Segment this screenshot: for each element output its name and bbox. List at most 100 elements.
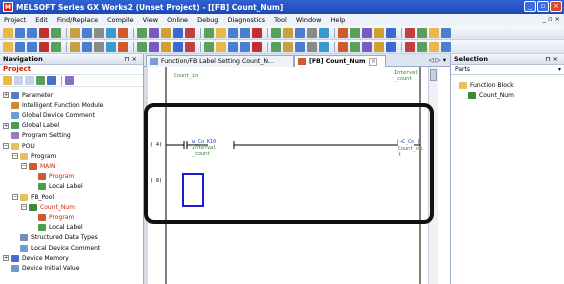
tree-item[interactable]: Device Initial Value — [3, 264, 79, 272]
undo-icon[interactable] — [271, 27, 281, 38]
coil-icon[interactable] — [283, 41, 293, 52]
redo-icon[interactable] — [283, 27, 293, 38]
tree-item[interactable]: + Parameter — [3, 91, 53, 99]
parts-item[interactable]: Count_Num — [468, 91, 514, 99]
tree-item[interactable]: Intelligent Function Module — [3, 101, 103, 109]
undo-icon[interactable] — [82, 27, 92, 38]
save-icon[interactable] — [216, 27, 226, 38]
tree-item[interactable]: Program — [30, 213, 74, 221]
new-icon[interactable] — [374, 27, 384, 38]
coil-icon[interactable] — [149, 41, 159, 52]
tree-item[interactable]: − MAIN — [21, 162, 56, 170]
pulse-icon[interactable] — [82, 41, 92, 52]
mdi-window-controls[interactable]: _ ▫ × — [543, 15, 560, 23]
restore-icon[interactable]: ▫ — [537, 1, 549, 12]
line-icon[interactable] — [429, 41, 439, 52]
menu-view[interactable]: View — [143, 16, 158, 24]
parts-item[interactable]: Function Block — [459, 81, 514, 89]
collapse-icon[interactable]: − — [3, 143, 9, 149]
tree-item[interactable]: − POU — [3, 142, 35, 150]
tree-item[interactable]: Structured Data Types — [12, 234, 98, 242]
menu-window[interactable]: Window — [296, 16, 322, 24]
tree-item[interactable]: Global Device Comment — [3, 111, 95, 119]
collapse-icon[interactable]: − — [12, 153, 18, 160]
expand-icon[interactable]: + — [3, 92, 9, 98]
redo-icon[interactable] — [94, 27, 104, 38]
compile-icon[interactable] — [161, 27, 171, 38]
property-icon[interactable] — [47, 76, 56, 85]
edit-icon[interactable] — [106, 41, 116, 52]
cut-icon[interactable] — [417, 27, 427, 38]
open-icon[interactable] — [204, 27, 214, 38]
menu-help[interactable]: Help — [330, 16, 345, 24]
invert-icon[interactable] — [94, 41, 104, 52]
monitor-icon[interactable] — [118, 27, 128, 38]
pulse-icon[interactable] — [216, 41, 226, 52]
zoom-icon[interactable] — [252, 41, 262, 52]
new-data-icon[interactable] — [3, 76, 12, 85]
menu-online[interactable]: Online — [167, 16, 188, 24]
menu-project[interactable]: Project — [4, 16, 26, 24]
save-icon[interactable] — [27, 27, 37, 38]
line-icon[interactable] — [27, 41, 37, 52]
tree-item[interactable]: Program Setting — [3, 132, 71, 140]
new-icon[interactable] — [3, 27, 13, 38]
line-icon[interactable] — [161, 41, 171, 52]
ladder-editor[interactable]: Count_in Interval _count ( 4) w_Co K10 I… — [144, 67, 450, 284]
zoom-icon[interactable] — [386, 41, 396, 52]
parts-dropdown[interactable]: Parts ▾ — [451, 65, 564, 75]
minimize-icon[interactable]: _ — [524, 1, 536, 12]
branch-icon[interactable] — [204, 41, 214, 52]
function-icon[interactable] — [307, 41, 317, 52]
tree-item[interactable]: Local Label — [30, 183, 83, 191]
copy-icon[interactable] — [240, 27, 250, 38]
contact-icon[interactable] — [405, 41, 415, 52]
line-icon[interactable] — [295, 41, 305, 52]
menu-diagnostics[interactable]: Diagnostics — [227, 16, 265, 24]
refresh-icon[interactable] — [36, 76, 45, 85]
tab-navigation-arrows[interactable]: ◁ ▷ ▾ — [429, 56, 446, 64]
tree-item[interactable]: − FB_Pool — [12, 193, 54, 201]
open-icon[interactable] — [15, 27, 25, 38]
find-icon[interactable] — [295, 27, 305, 38]
edit-icon[interactable] — [374, 41, 384, 52]
rung-icon[interactable] — [51, 41, 61, 52]
menu-edit[interactable]: Edit — [35, 16, 48, 24]
compile-icon[interactable] — [350, 27, 360, 38]
help-icon[interactable] — [362, 27, 372, 38]
function-icon[interactable] — [441, 41, 451, 52]
project-label[interactable]: Project — [0, 65, 143, 75]
branch-icon[interactable] — [338, 41, 348, 52]
function-icon[interactable] — [173, 41, 183, 52]
write-icon[interactable] — [137, 27, 147, 38]
contact-label[interactable]: Count_in — [174, 73, 198, 79]
chevron-down-icon[interactable]: ▾ — [558, 66, 561, 73]
tree-item[interactable]: + Device Memory — [3, 254, 69, 262]
close-icon[interactable]: × — [550, 1, 562, 12]
expand-icon[interactable]: + — [3, 255, 9, 262]
menu-compile[interactable]: Compile — [107, 16, 134, 24]
invert-icon[interactable] — [228, 41, 238, 52]
scrollbar-thumb[interactable] — [430, 69, 437, 81]
paste-icon[interactable] — [25, 76, 34, 85]
tree-item[interactable]: − Program — [12, 152, 56, 160]
branch-icon[interactable] — [70, 41, 80, 52]
rung-icon[interactable] — [185, 41, 195, 52]
pulse-icon[interactable] — [350, 41, 360, 52]
read-icon[interactable] — [149, 27, 159, 38]
cut-icon[interactable] — [39, 27, 49, 38]
menu-find-replace[interactable]: Find/Replace — [57, 16, 98, 24]
tree-item[interactable]: Local Label — [30, 224, 83, 232]
paste-icon[interactable] — [252, 27, 262, 38]
copy-icon[interactable] — [429, 27, 439, 38]
find-icon[interactable] — [106, 27, 116, 38]
tree-item[interactable]: − Count_Num — [21, 203, 75, 211]
paste-icon[interactable] — [441, 27, 451, 38]
tree-item[interactable]: Local Device Comment — [12, 244, 100, 252]
collapse-icon[interactable]: − — [12, 194, 18, 200]
edit-icon[interactable] — [240, 41, 250, 52]
coil-icon[interactable] — [15, 41, 25, 52]
paste-icon[interactable] — [70, 27, 80, 38]
tab-fb-count-num[interactable]: [FB] Count_Num × — [294, 55, 386, 67]
help-icon[interactable] — [173, 27, 183, 38]
